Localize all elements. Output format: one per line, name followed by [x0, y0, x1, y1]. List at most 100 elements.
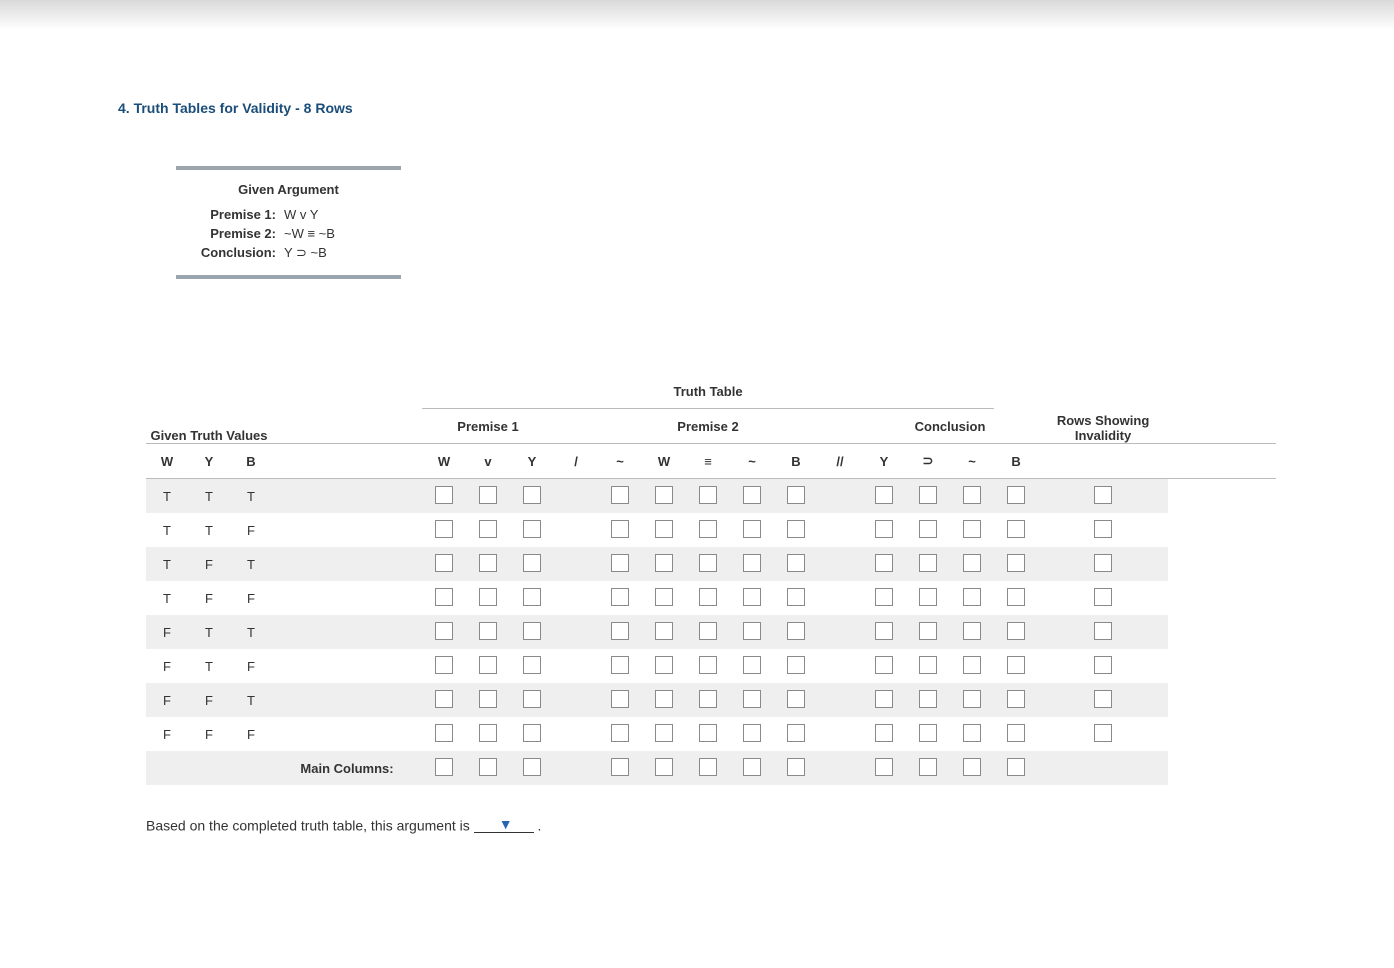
truth-input[interactable]	[655, 724, 673, 742]
truth-input[interactable]	[523, 690, 541, 708]
main-col-input[interactable]	[1007, 758, 1025, 776]
main-col-input[interactable]	[523, 758, 541, 776]
truth-input[interactable]	[1007, 554, 1025, 572]
truth-input[interactable]	[919, 588, 937, 606]
invalidity-input[interactable]	[1094, 554, 1112, 572]
invalidity-input[interactable]	[1094, 690, 1112, 708]
truth-input[interactable]	[919, 486, 937, 504]
truth-input[interactable]	[875, 554, 893, 572]
truth-input[interactable]	[655, 588, 673, 606]
truth-input[interactable]	[523, 724, 541, 742]
truth-input[interactable]	[611, 622, 629, 640]
truth-input[interactable]	[523, 554, 541, 572]
truth-input[interactable]	[699, 554, 717, 572]
truth-input[interactable]	[787, 690, 805, 708]
truth-input[interactable]	[919, 520, 937, 538]
invalidity-input[interactable]	[1094, 656, 1112, 674]
truth-input[interactable]	[919, 622, 937, 640]
truth-input[interactable]	[1007, 486, 1025, 504]
truth-input[interactable]	[963, 588, 981, 606]
truth-input[interactable]	[919, 656, 937, 674]
truth-input[interactable]	[435, 656, 453, 674]
truth-input[interactable]	[787, 656, 805, 674]
truth-input[interactable]	[655, 690, 673, 708]
truth-input[interactable]	[875, 656, 893, 674]
truth-input[interactable]	[523, 588, 541, 606]
truth-input[interactable]	[875, 588, 893, 606]
truth-input[interactable]	[611, 554, 629, 572]
truth-input[interactable]	[919, 554, 937, 572]
truth-input[interactable]	[1007, 520, 1025, 538]
truth-input[interactable]	[523, 622, 541, 640]
truth-input[interactable]	[787, 622, 805, 640]
truth-input[interactable]	[435, 520, 453, 538]
main-col-input[interactable]	[875, 758, 893, 776]
truth-input[interactable]	[1007, 724, 1025, 742]
truth-input[interactable]	[655, 622, 673, 640]
truth-input[interactable]	[963, 486, 981, 504]
truth-input[interactable]	[787, 520, 805, 538]
truth-input[interactable]	[743, 656, 761, 674]
truth-input[interactable]	[963, 520, 981, 538]
truth-input[interactable]	[699, 656, 717, 674]
truth-input[interactable]	[875, 622, 893, 640]
invalidity-input[interactable]	[1094, 724, 1112, 742]
invalidity-input[interactable]	[1094, 588, 1112, 606]
truth-input[interactable]	[699, 588, 717, 606]
truth-input[interactable]	[787, 724, 805, 742]
truth-input[interactable]	[699, 486, 717, 504]
truth-input[interactable]	[435, 622, 453, 640]
truth-input[interactable]	[919, 690, 937, 708]
main-col-input[interactable]	[787, 758, 805, 776]
truth-input[interactable]	[655, 486, 673, 504]
truth-input[interactable]	[611, 724, 629, 742]
truth-input[interactable]	[479, 520, 497, 538]
invalidity-input[interactable]	[1094, 520, 1112, 538]
truth-input[interactable]	[523, 656, 541, 674]
truth-input[interactable]	[1007, 622, 1025, 640]
truth-input[interactable]	[611, 588, 629, 606]
truth-input[interactable]	[479, 724, 497, 742]
truth-input[interactable]	[699, 690, 717, 708]
truth-input[interactable]	[655, 554, 673, 572]
truth-input[interactable]	[479, 656, 497, 674]
truth-input[interactable]	[655, 656, 673, 674]
truth-input[interactable]	[523, 486, 541, 504]
truth-input[interactable]	[743, 690, 761, 708]
truth-input[interactable]	[435, 690, 453, 708]
truth-input[interactable]	[743, 520, 761, 538]
truth-input[interactable]	[479, 622, 497, 640]
truth-input[interactable]	[743, 486, 761, 504]
main-col-input[interactable]	[963, 758, 981, 776]
truth-input[interactable]	[435, 486, 453, 504]
validity-dropdown[interactable]: ▼	[474, 815, 534, 833]
truth-input[interactable]	[435, 588, 453, 606]
truth-input[interactable]	[743, 554, 761, 572]
truth-input[interactable]	[699, 622, 717, 640]
truth-input[interactable]	[963, 690, 981, 708]
truth-input[interactable]	[787, 486, 805, 504]
truth-input[interactable]	[743, 588, 761, 606]
invalidity-input[interactable]	[1094, 622, 1112, 640]
truth-input[interactable]	[655, 520, 673, 538]
truth-input[interactable]	[963, 656, 981, 674]
main-col-input[interactable]	[611, 758, 629, 776]
truth-input[interactable]	[875, 690, 893, 708]
truth-input[interactable]	[479, 486, 497, 504]
truth-input[interactable]	[787, 588, 805, 606]
truth-input[interactable]	[1007, 690, 1025, 708]
truth-input[interactable]	[699, 520, 717, 538]
truth-input[interactable]	[435, 554, 453, 572]
truth-input[interactable]	[919, 724, 937, 742]
truth-input[interactable]	[875, 520, 893, 538]
truth-input[interactable]	[963, 724, 981, 742]
truth-input[interactable]	[875, 724, 893, 742]
truth-input[interactable]	[963, 622, 981, 640]
main-col-input[interactable]	[919, 758, 937, 776]
truth-input[interactable]	[479, 588, 497, 606]
main-col-input[interactable]	[435, 758, 453, 776]
truth-input[interactable]	[611, 520, 629, 538]
truth-input[interactable]	[479, 554, 497, 572]
truth-input[interactable]	[699, 724, 717, 742]
main-col-input[interactable]	[479, 758, 497, 776]
